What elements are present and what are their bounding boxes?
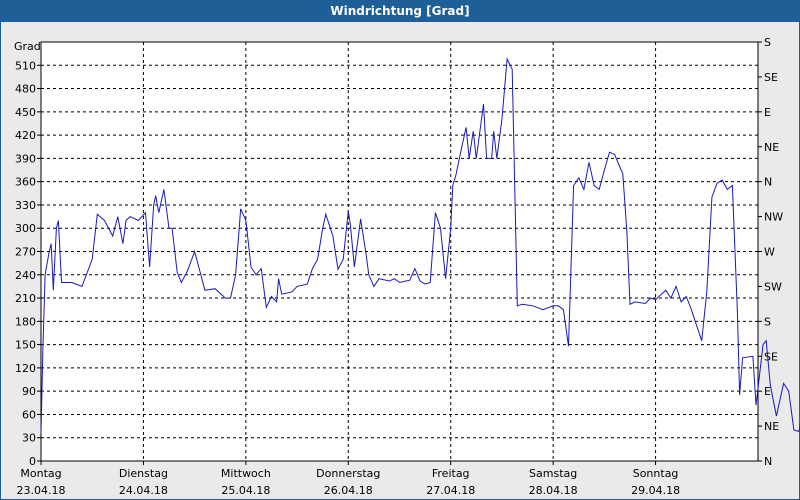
y-tick-label: 510 <box>15 59 36 72</box>
y-tick-label: 450 <box>15 106 36 119</box>
right-tick-label: E <box>764 106 771 119</box>
right-tick-label: S <box>764 36 771 49</box>
x-tick-day: Mittwoch <box>221 467 271 480</box>
x-tick-day: Dienstag <box>119 467 168 480</box>
x-tick-date: 29.04.18 <box>631 484 680 497</box>
x-tick-date: 26.04.18 <box>324 484 373 497</box>
y-tick-label: 150 <box>15 339 36 352</box>
x-tick-date: 27.04.18 <box>426 484 475 497</box>
right-tick-label: S <box>764 315 771 328</box>
right-tick-label: NE <box>764 420 779 433</box>
x-tick-day: Freitag <box>432 467 470 480</box>
y-tick-label: 210 <box>15 292 36 305</box>
right-tick-label: N <box>764 455 772 468</box>
y-tick-label: 120 <box>15 362 36 375</box>
x-tick-day: Montag <box>20 467 61 480</box>
right-tick-label: N <box>764 176 772 189</box>
right-tick-label: SW <box>764 280 782 293</box>
y-tick-label: 390 <box>15 152 36 165</box>
y-tick-label: 270 <box>15 246 36 259</box>
y-tick-label: 360 <box>15 176 36 189</box>
x-axis-ticks: Montag 23.04.18 Dienstag 24.04.18 Mittwoch 25… <box>17 461 680 497</box>
right-tick-label: NE <box>764 141 779 154</box>
y-tick-label: 180 <box>15 315 36 328</box>
x-tick-day: Sonntag <box>633 467 679 480</box>
y-tick-label: 420 <box>15 129 36 142</box>
wind-direction-chart: 0306090120150180210240270300330360390420… <box>14 36 800 497</box>
x-tick-day: Donnerstag <box>316 467 380 480</box>
right-tick-label: W <box>764 246 775 259</box>
window-title: Windrichtung [Grad] <box>0 0 800 22</box>
y-tick-label: 240 <box>15 269 36 282</box>
x-tick-date: 28.04.18 <box>529 484 578 497</box>
y-tick-label: 60 <box>22 408 36 421</box>
right-tick-label: SE <box>764 350 778 363</box>
right-tick-label: E <box>764 385 771 398</box>
y-tick-label: 330 <box>15 199 36 212</box>
x-tick-date: 24.04.18 <box>119 484 168 497</box>
y-tick-label: 90 <box>22 385 36 398</box>
y-tick-label: 30 <box>22 432 36 445</box>
y-axis-label: Grad <box>14 40 41 53</box>
x-tick-date: 23.04.18 <box>17 484 66 497</box>
y-tick-label: 300 <box>15 222 36 235</box>
right-tick-label: NW <box>764 211 783 224</box>
y-axis-ticks: 0306090120150180210240270300330360390420… <box>15 59 41 468</box>
y-tick-label: 480 <box>15 83 36 96</box>
right-tick-label: SE <box>764 71 778 84</box>
x-tick-date: 25.04.18 <box>221 484 270 497</box>
x-tick-day: Samstag <box>529 467 577 480</box>
